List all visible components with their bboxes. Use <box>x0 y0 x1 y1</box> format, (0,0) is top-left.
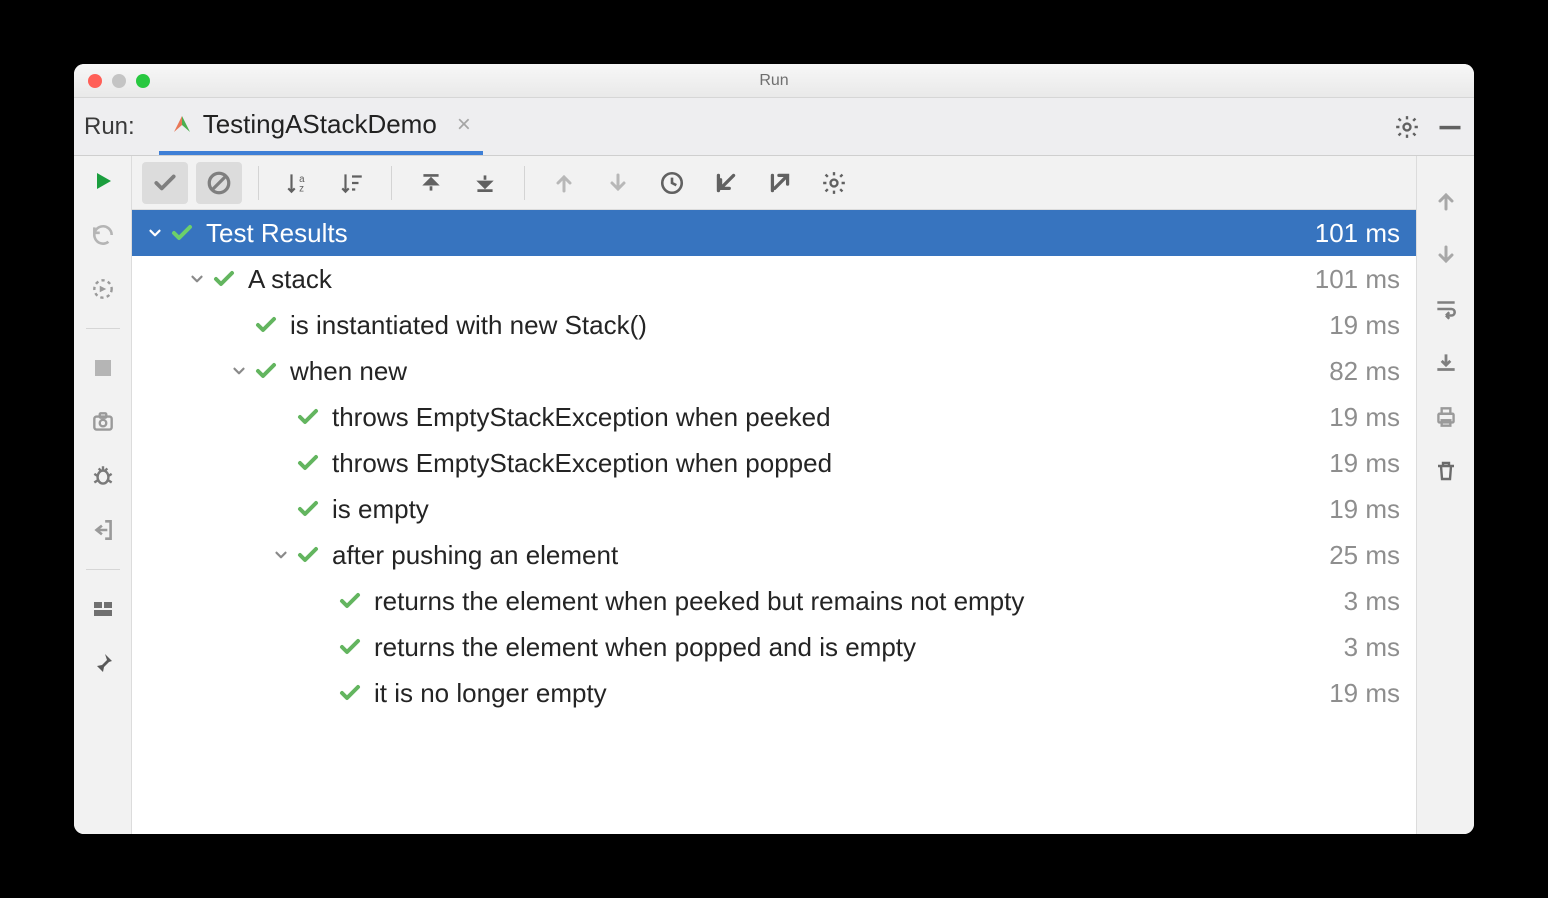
test-label: is instantiated with new Stack() <box>290 310 1309 341</box>
scroll-to-end-button[interactable] <box>1431 348 1461 378</box>
chevron-down-icon[interactable] <box>266 546 296 564</box>
test-duration: 19 ms <box>1309 494 1400 525</box>
test-duration: 19 ms <box>1309 402 1400 433</box>
test-passed-icon <box>296 543 320 567</box>
pin-button[interactable] <box>88 648 118 678</box>
left-action-rail <box>74 156 132 834</box>
test-passed-icon <box>296 451 320 475</box>
window-title: Run <box>74 72 1474 90</box>
test-duration: 19 ms <box>1309 448 1400 479</box>
exit-button[interactable] <box>88 515 118 545</box>
test-leaf-node[interactable]: throws EmptyStackException when peeked19… <box>132 394 1416 440</box>
export-results-button[interactable] <box>757 162 803 204</box>
test-passed-icon <box>296 497 320 521</box>
test-toolbar: az <box>132 156 1416 210</box>
svg-text:z: z <box>299 183 304 194</box>
chevron-down-icon[interactable] <box>224 362 254 380</box>
test-duration: 19 ms <box>1309 310 1400 341</box>
scroll-down-button[interactable] <box>1431 240 1461 270</box>
toggle-auto-test-button[interactable] <box>88 274 118 304</box>
run-config-icon <box>171 114 193 136</box>
dump-threads-button[interactable] <box>88 407 118 437</box>
test-duration: 101 ms <box>1295 218 1400 249</box>
test-label: is empty <box>332 494 1309 525</box>
prev-failed-button[interactable] <box>541 162 587 204</box>
run-tool-window: Run Run: TestingAStackDemo × <box>74 64 1474 834</box>
test-leaf-node[interactable]: is empty19 ms <box>132 486 1416 532</box>
test-duration: 3 ms <box>1324 586 1400 617</box>
test-history-button[interactable] <box>649 162 695 204</box>
close-tab-button[interactable]: × <box>457 111 471 139</box>
test-passed-icon <box>170 221 194 245</box>
test-duration: 82 ms <box>1309 356 1400 387</box>
test-label: it is no longer empty <box>374 678 1309 709</box>
run-config-tab[interactable]: TestingAStackDemo × <box>159 98 483 155</box>
panel-label: Run: <box>84 113 135 141</box>
sort-duration-button[interactable] <box>329 162 375 204</box>
right-action-rail <box>1416 156 1474 834</box>
title-bar: Run <box>74 64 1474 98</box>
show-passed-button[interactable] <box>142 162 188 204</box>
settings-button[interactable] <box>1394 114 1420 140</box>
test-passed-icon <box>296 405 320 429</box>
test-label: returns the element when peeked but rema… <box>374 586 1324 617</box>
debug-button[interactable] <box>88 461 118 491</box>
print-button[interactable] <box>1431 402 1461 432</box>
test-leaf-node[interactable]: returns the element when peeked but rema… <box>132 578 1416 624</box>
main-content: az <box>132 156 1416 834</box>
test-leaf-node[interactable]: it is no longer empty19 ms <box>132 670 1416 716</box>
layout-button[interactable] <box>88 594 118 624</box>
test-group-node[interactable]: after pushing an element25 ms <box>132 532 1416 578</box>
test-leaf-node[interactable]: returns the element when popped and is e… <box>132 624 1416 670</box>
run-button[interactable] <box>88 166 118 196</box>
next-failed-button[interactable] <box>595 162 641 204</box>
sort-alpha-button[interactable]: az <box>275 162 321 204</box>
rerun-failed-button[interactable] <box>88 220 118 250</box>
test-group-node[interactable]: A stack101 ms <box>132 256 1416 302</box>
test-passed-icon <box>212 267 236 291</box>
import-results-button[interactable] <box>703 162 749 204</box>
test-passed-icon <box>254 359 278 383</box>
test-passed-icon <box>338 589 362 613</box>
hide-panel-button[interactable] <box>1436 113 1464 141</box>
test-runner-settings-button[interactable] <box>811 162 857 204</box>
test-passed-icon <box>338 635 362 659</box>
soft-wrap-button[interactable] <box>1431 294 1461 324</box>
test-label: Test Results <box>206 218 1295 249</box>
stop-button[interactable] <box>88 353 118 383</box>
tab-bar: Run: TestingAStackDemo × <box>74 98 1474 156</box>
test-label: when new <box>290 356 1309 387</box>
test-leaf-node[interactable]: is instantiated with new Stack()19 ms <box>132 302 1416 348</box>
test-label: throws EmptyStackException when popped <box>332 448 1309 479</box>
test-passed-icon <box>254 313 278 337</box>
test-label: after pushing an element <box>332 540 1309 571</box>
run-config-name: TestingAStackDemo <box>203 109 437 140</box>
test-duration: 101 ms <box>1295 264 1400 295</box>
test-group-node[interactable]: when new82 ms <box>132 348 1416 394</box>
test-root-node[interactable]: Test Results101 ms <box>132 210 1416 256</box>
test-duration: 25 ms <box>1309 540 1400 571</box>
test-duration: 3 ms <box>1324 632 1400 663</box>
clear-button[interactable] <box>1431 456 1461 486</box>
test-results-tree[interactable]: Test Results101 msA stack101 msis instan… <box>132 210 1416 834</box>
collapse-all-button[interactable] <box>462 162 508 204</box>
expand-all-button[interactable] <box>408 162 454 204</box>
test-duration: 19 ms <box>1309 678 1400 709</box>
show-ignored-button[interactable] <box>196 162 242 204</box>
test-label: throws EmptyStackException when peeked <box>332 402 1309 433</box>
scroll-up-button[interactable] <box>1431 186 1461 216</box>
chevron-down-icon[interactable] <box>182 270 212 288</box>
test-passed-icon <box>338 681 362 705</box>
test-leaf-node[interactable]: throws EmptyStackException when popped19… <box>132 440 1416 486</box>
test-label: returns the element when popped and is e… <box>374 632 1324 663</box>
chevron-down-icon[interactable] <box>140 224 170 242</box>
test-label: A stack <box>248 264 1295 295</box>
